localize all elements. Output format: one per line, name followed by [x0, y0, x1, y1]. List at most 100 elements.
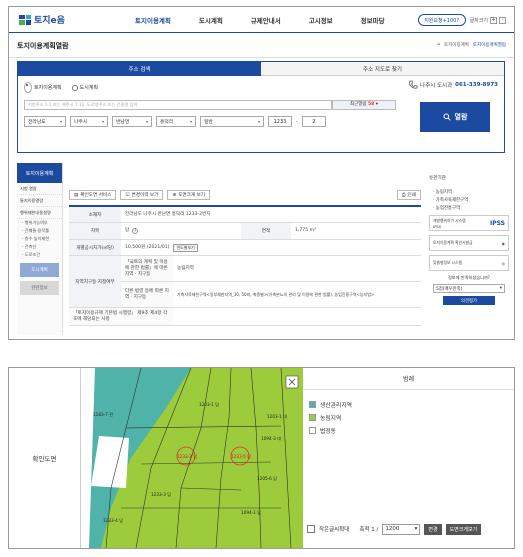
radio-land-use[interactable]: 토지이용계획 [24, 82, 62, 93]
survey-submit-button[interactable]: 의견평가 [443, 296, 495, 305]
price-value: 10,500원 (2021/01) 연도별보기 [121, 240, 421, 255]
right-link[interactable]: · 농업진흥구역 [433, 205, 509, 211]
enlarge-map-button[interactable]: ⊕ 도면크게 보기 [167, 190, 211, 200]
legend-swatch [309, 414, 316, 421]
select-province[interactable]: 전라남도 ▾ [24, 116, 66, 127]
address-search-input[interactable]: 지번주소 1-1 또는 제주시 1-11, 도로명주소 또는 건물명 입력 [24, 100, 332, 110]
tab-address-search[interactable]: 주소 검색 [18, 62, 261, 76]
right-link[interactable]: · 가축사육제한구역 [433, 197, 509, 203]
area-value: 1,775 m² [295, 228, 316, 233]
logo[interactable]: 토지e음 [19, 13, 99, 26]
scale-change-button[interactable]: 변경 [424, 523, 442, 535]
radio-empty-icon [71, 84, 78, 91]
left-menu-item[interactable]: 행위제한내용설명 [17, 207, 62, 219]
left-menu-subitem[interactable]: · 도로조건 [17, 251, 62, 259]
home-icon[interactable]: ⌂ [437, 42, 440, 48]
left-menu-subitem[interactable]: · 건축선 [17, 243, 62, 251]
land-info-table: 소재지 전라남도 나주시 반남면 흥덕리 1233-2번지 지목 답? 면적 1… [69, 205, 421, 326]
badge-icon: ◎ [501, 260, 505, 266]
small-text-label: 작은글씨확대 [319, 527, 350, 533]
select-land-type[interactable]: 일반 ▾ [200, 116, 264, 127]
zoom-icon: ⊕ [172, 192, 177, 198]
small-text-checkbox[interactable] [307, 525, 315, 533]
content-toolbar: ▤ 확인도면 서비스 ☑ 변경이력 보기 ⊕ 도면크게 보기 ⎙ 인쇄 [69, 189, 421, 201]
left-menu-subitem[interactable]: · 행위가능여부 [17, 219, 62, 227]
change-history-button[interactable]: ☑ 변경이력 보기 [120, 190, 164, 200]
scale-label: 축척 1 / [359, 527, 379, 533]
big-map-button[interactable]: 도면크게보기 [445, 523, 482, 535]
survey-question: 정보에 만족하셨습니까? [447, 275, 491, 280]
right-link[interactable]: · 농림지역 [433, 189, 509, 195]
related-info-button[interactable]: 관련정보 [20, 281, 59, 295]
recent-view-button[interactable]: 최근열람 58 ▾ [332, 100, 396, 110]
cadastral-map[interactable]: 1183-7 전 1203-1 답 1233-2 답 1233-3 답 1233… [81, 368, 303, 548]
table-row: 개별공시지가(㎡당) 10,500원 (2021/01) 연도별보기 [69, 240, 421, 256]
legend-item: 농림지역 [309, 413, 352, 422]
table-row: 소재지 전라남도 나주시 반남면 흥덕리 1233-2번지 [69, 207, 421, 223]
left-menu-item[interactable]: 통지이용열람 [17, 195, 62, 207]
map-label: 1203-1 대 [267, 413, 287, 420]
breadcrumb-item[interactable]: 토지이용계획 [444, 42, 469, 48]
radio-urban-plan[interactable]: 도시계획 [71, 84, 98, 91]
chevron-down-icon: ▾ [499, 286, 502, 291]
regulation-value [173, 308, 421, 325]
jimok-label: 지목 [69, 223, 121, 239]
zone-row: 「국토의 계획 및 이용에 관한 법률」에 따른 지역 · 지구등 농림지역 [121, 256, 421, 282]
nav-info[interactable]: 정보마당 [361, 15, 385, 25]
header-tools: 지원요청+100? 글자크기 + - [417, 14, 506, 26]
breadcrumb: ⌂ 토지이용계획 토지이용계획열람 [437, 42, 506, 48]
map-label: 1233-3 답 [151, 491, 171, 497]
confirm-map-label: 확인도면 [9, 368, 81, 548]
map-control-icon[interactable] [285, 375, 299, 389]
history-icon: ☑ [125, 192, 130, 198]
legend-label: 법정동 [320, 429, 336, 435]
yearly-view-button[interactable]: 연도별보기 [173, 243, 198, 252]
custom-info-banner[interactable]: 맞춤형정보 시스템 ◎ [429, 255, 509, 271]
phone-label: 나주시 도시과 [420, 83, 453, 89]
bottom-panel: 확인도면 1183-7 전 1203-1 답 1233-2 답 1233-3 답… [8, 367, 515, 549]
certificate-banner[interactable]: 토지이용계획 확인서발급 ◉ [429, 235, 509, 251]
main-lot-number-input[interactable]: 1233 [268, 116, 292, 127]
right-sidebar: 유관기관 · 농림지역 · 가축사육제한구역 · 농업진흥구역 개발행위허가 시… [429, 175, 509, 339]
ipss-banner[interactable]: 개발행위허가 시스템 IPSS IPSS [429, 215, 509, 231]
select-town[interactable]: 반남면 ▾ [112, 116, 152, 127]
font-minus-button[interactable]: - [499, 16, 506, 24]
breadcrumb-current: 토지이용계획열람 [472, 43, 506, 48]
main-nav: 토지이용계획 도시계획 규제안내서 고시정보 정보마당 [135, 15, 413, 25]
zone-value1: 농림지역 [177, 265, 194, 271]
nav-urban-plan[interactable]: 도시계획 [199, 15, 223, 25]
sub-lot-number-input[interactable]: 2 [301, 116, 326, 127]
left-menu-subitem[interactable]: · 층수·높이제한 [17, 235, 62, 243]
page-title: 토지이용계획열람 [17, 41, 69, 50]
print-button[interactable]: ⎙ 인쇄 [396, 190, 421, 200]
chevron-down-icon: ▾ [414, 526, 418, 532]
map-label: 1205-6 답 [257, 475, 277, 481]
select-village[interactable]: 흥덕리 ▾ [156, 116, 196, 127]
nav-regulation[interactable]: 규제안내서 [251, 15, 281, 25]
guide-button[interactable]: 지원요청+100? [417, 14, 466, 26]
nav-notice[interactable]: 고시정보 [309, 15, 333, 25]
left-menu-subitem[interactable]: · 건폐율·용적률 [17, 227, 62, 235]
confirm-map-service-button[interactable]: ▤ 확인도면 서비스 [69, 190, 117, 200]
select-city[interactable]: 나주시 ▾ [70, 116, 108, 127]
view-button[interactable]: 열람 [420, 102, 490, 132]
font-plus-button[interactable]: + [490, 16, 497, 24]
site-header: 토지e음 토지이용계획 도시계획 규제안내서 고시정보 정보마당 지원요청+10… [9, 7, 514, 33]
legend-item: 법정동 [309, 426, 352, 435]
map-canvas: 1183-7 전 1203-1 답 1233-2 답 1233-3 답 1233… [81, 368, 303, 548]
rating-select[interactable]: 5점(매우만족) ▾ [433, 284, 505, 293]
search-type-radios: 토지이용계획 도시계획 [24, 82, 98, 93]
table-row: 「토지이용규제 기본법 시행령」 제9조 제4항 각 호에 해당되는 사항 [69, 308, 421, 326]
zone-label: 지역지구등 지정여부 [69, 256, 121, 307]
left-menu-item[interactable]: 시험 열람 [17, 183, 62, 195]
legend: 생산관리지역 농림지역 법정동 [309, 400, 352, 439]
info-icon[interactable]: ? [132, 228, 139, 234]
tab-map-search[interactable]: 주소 지도로 찾기 [261, 62, 504, 76]
lot-dash: - [296, 118, 298, 125]
urban-plan-menu-button[interactable]: 도시계획 [20, 263, 59, 277]
zone-row: 다른 법령 등에 따른 지역 · 지구등 가축사육제한구역<일부제한지역_30,… [121, 282, 421, 307]
scale-select[interactable]: 1200 ▾ [382, 523, 421, 535]
map-label: 1094-3 대 [261, 435, 281, 442]
nav-land-use[interactable]: 토지이용계획 [135, 15, 171, 25]
location-value: 전라남도 나주시 반남면 흥덕리 1233-2번지 [125, 211, 211, 217]
